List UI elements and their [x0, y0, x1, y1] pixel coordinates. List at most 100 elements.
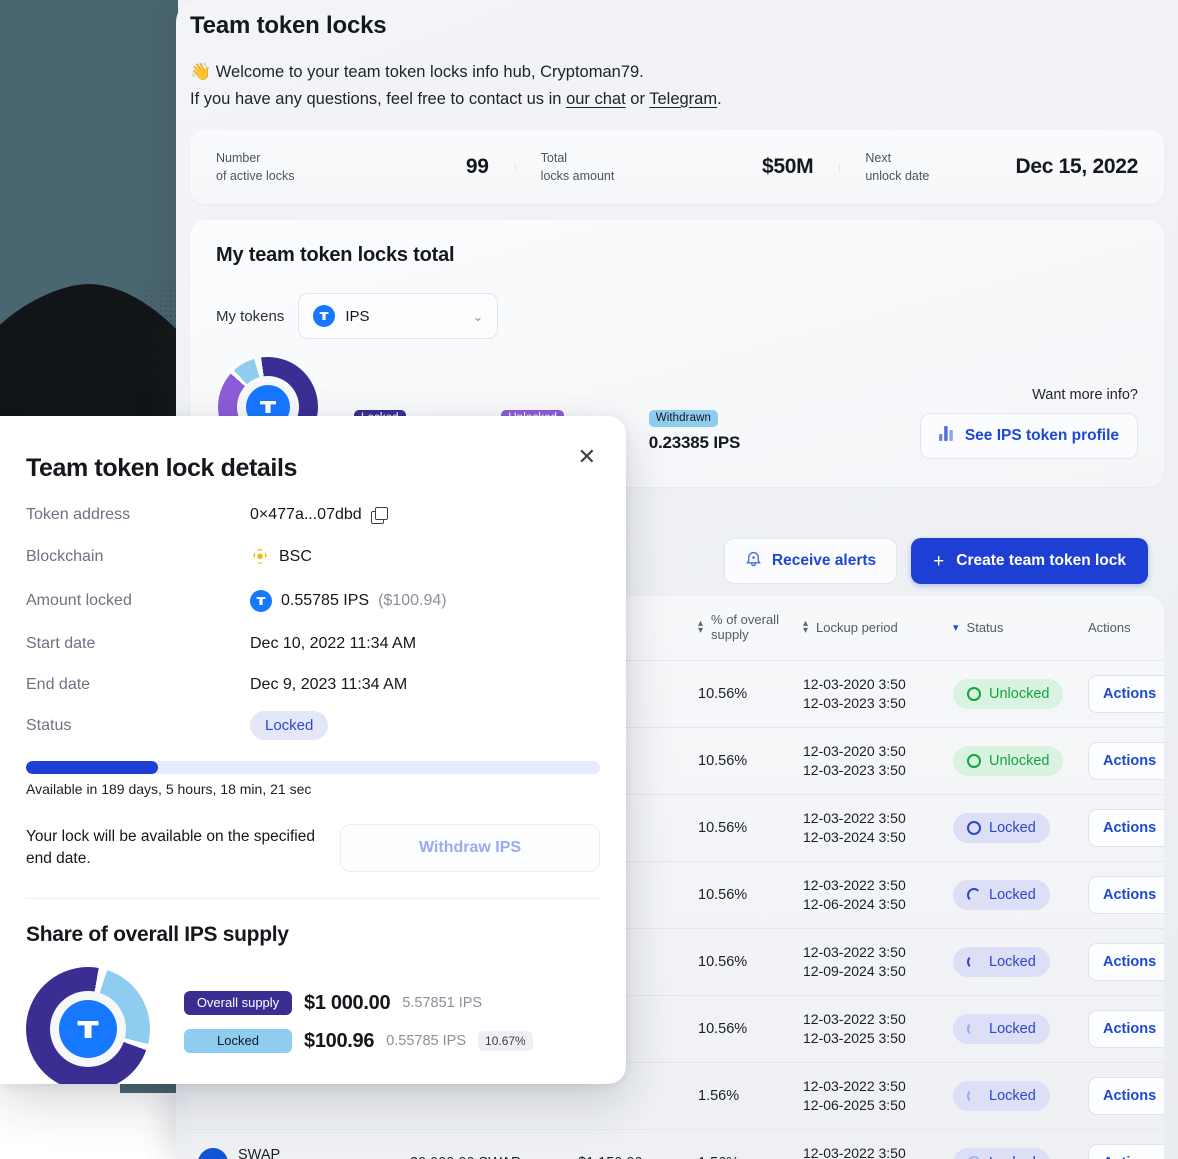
share-legend: Overall supply $1 000.00 5.57851 IPS Loc… [184, 991, 533, 1067]
token-select[interactable]: IPS ⌄ [298, 293, 498, 339]
stat-label: Next unlock date [865, 149, 929, 185]
lockup-period: 12-03-2022 3:5012-03-2026 3:50 [803, 1144, 937, 1159]
col-actions: Actions [1080, 596, 1164, 661]
col-pct-of-supply[interactable]: ▴▾ % of overall supply [690, 596, 795, 661]
bsc-icon [250, 547, 270, 567]
status-badge: Unlocked [953, 679, 1063, 709]
close-icon[interactable]: ✕ [578, 446, 596, 468]
share-legend-tokens: 5.57851 IPS [402, 995, 482, 1011]
share-donut-chart [26, 967, 150, 1084]
welcome-text: 👋 Welcome to your team token locks info … [190, 58, 1178, 112]
stat-label-line1: Total [541, 149, 615, 167]
token-symbol: SWAP [238, 1147, 280, 1159]
token-address-value: 0×477a...07dbd [250, 506, 362, 524]
want-more-info-label: Want more info? [920, 387, 1138, 403]
cell-status: Locked [945, 929, 1080, 996]
team-token-lock-details-modal: Team token lock details ✕ Token address … [0, 416, 626, 1084]
our-chat-link[interactable]: our chat [566, 90, 626, 108]
col-status-label: Status [967, 620, 1004, 635]
stat-label-line2: unlock date [865, 167, 929, 185]
lockup-period: 12-03-2022 3:5012-03-2024 3:50 [803, 809, 937, 847]
create-team-token-lock-label: Create team token lock [956, 552, 1126, 570]
cell-lockup-period: 12-03-2022 3:5012-03-2026 3:50 [795, 1130, 945, 1159]
sort-icon[interactable]: ▴▾ [803, 620, 808, 634]
cell-pct: 1.56% [690, 1130, 795, 1159]
field-amount-locked: Amount locked 0.55785 IPS ($100.94) [26, 590, 600, 612]
status-badge: Locked [953, 1148, 1050, 1159]
field-start-date: Start date Dec 10, 2022 11:34 AM [26, 635, 600, 653]
status-badge: Locked [953, 1014, 1050, 1044]
amount-locked-usd: ($100.94) [378, 592, 447, 610]
stat-next-unlock-date: Next unlock date Dec 15, 2022 [839, 149, 1164, 185]
status-ring-icon [967, 687, 981, 701]
col-lockup-period[interactable]: ▴▾ Lockup period [795, 596, 945, 661]
status-label: Locked [989, 1088, 1036, 1104]
actions-button-group[interactable]: Actions⌄ [1088, 742, 1164, 780]
wave-emoji-icon: 👋 [190, 62, 211, 81]
actions-button-group[interactable]: Actions⌄ [1088, 943, 1164, 981]
lock-availability-row: Your lock will be available on the speci… [26, 824, 600, 872]
actions-button[interactable]: Actions [1089, 743, 1164, 779]
start-date-value: Dec 10, 2022 11:34 AM [250, 635, 416, 653]
see-token-profile-button[interactable]: See IPS token profile [920, 413, 1138, 459]
receive-alerts-button[interactable]: Receive alerts [724, 538, 897, 584]
status-ring-icon [967, 888, 981, 902]
actions-button[interactable]: Actions [1089, 877, 1164, 913]
lock-note: Your lock will be available on the speci… [26, 826, 316, 871]
stat-label: Number of active locks [216, 149, 295, 185]
token-selector-row: My tokens IPS ⌄ [216, 293, 1138, 339]
actions-button[interactable]: Actions [1089, 1145, 1164, 1159]
actions-button[interactable]: Actions [1089, 1078, 1164, 1114]
cell-actions: Actions⌄ [1080, 728, 1164, 795]
actions-button-group[interactable]: Actions⌄ [1088, 675, 1164, 713]
field-label: End date [26, 676, 250, 694]
cell-pct: 10.56% [690, 996, 795, 1063]
withdraw-button[interactable]: Withdraw IPS [340, 824, 600, 872]
welcome-line-2-mid: or [626, 90, 650, 108]
table-toolbar: Receive alerts + Create team token lock [724, 538, 1148, 584]
actions-button-group[interactable]: Actions⌄ [1088, 876, 1164, 914]
telegram-link[interactable]: Telegram [649, 90, 717, 108]
status-badge: Locked [953, 1081, 1050, 1111]
chevron-down-icon: ⌄ [472, 310, 483, 323]
actions-button[interactable]: Actions [1089, 810, 1164, 846]
actions-button-group[interactable]: Actions⌄ [1088, 1144, 1164, 1159]
welcome-line-2-prefix: If you have any questions, feel free to … [190, 90, 566, 108]
cell-lockup-period: 12-03-2022 3:5012-06-2025 3:50 [795, 1063, 945, 1130]
status-ring-icon [967, 821, 981, 835]
stat-label-line1: Number [216, 149, 295, 167]
status-label: Unlocked [989, 753, 1049, 769]
actions-button-group[interactable]: Actions⌄ [1088, 1077, 1164, 1115]
col-status[interactable]: ▾ Status [945, 596, 1080, 661]
stats-strip: Number of active locks 99 Total locks am… [190, 130, 1164, 204]
ips-token-icon [59, 1000, 117, 1058]
status-ring-icon [967, 1022, 981, 1036]
field-label: Blockchain [26, 548, 250, 566]
stat-label-line2: of active locks [216, 167, 295, 185]
stat-active-locks: Number of active locks 99 [190, 149, 515, 185]
legend-value: 0.23385 IPS [649, 433, 740, 453]
blockchain-value: BSC [279, 548, 312, 566]
actions-button[interactable]: Actions [1089, 944, 1164, 980]
stat-total-locks-amount: Total locks amount $50M [515, 149, 840, 185]
cell-status: Locked [945, 1130, 1080, 1159]
field-label: Start date [26, 635, 250, 653]
field-label: Status [26, 717, 250, 735]
actions-button[interactable]: Actions [1089, 1011, 1164, 1047]
bell-alert-icon [745, 550, 762, 573]
sort-icon[interactable]: ▴▾ [698, 620, 703, 634]
cell-pct: 10.56% [690, 929, 795, 996]
sort-descending-icon[interactable]: ▾ [953, 621, 959, 634]
share-legend-locked: Locked $100.96 0.55785 IPS 10.67% [184, 1029, 533, 1053]
actions-button-group[interactable]: Actions⌄ [1088, 1010, 1164, 1048]
actions-button-group[interactable]: Actions⌄ [1088, 809, 1164, 847]
cell-lockup-period: 12-03-2022 3:5012-03-2025 3:50 [795, 996, 945, 1063]
stat-label-line1: Next [865, 149, 929, 167]
cell-lockup-period: 12-03-2022 3:5012-03-2024 3:50 [795, 795, 945, 862]
cell-status: Locked [945, 795, 1080, 862]
actions-button[interactable]: Actions [1089, 676, 1164, 712]
copy-icon[interactable] [371, 507, 387, 523]
page-title: Team token locks [190, 12, 1178, 40]
table-row[interactable]: SWAPTrustSwap20 000.00 SWAP$1 150.001.56… [190, 1130, 1164, 1159]
create-team-token-lock-button[interactable]: + Create team token lock [911, 538, 1148, 584]
